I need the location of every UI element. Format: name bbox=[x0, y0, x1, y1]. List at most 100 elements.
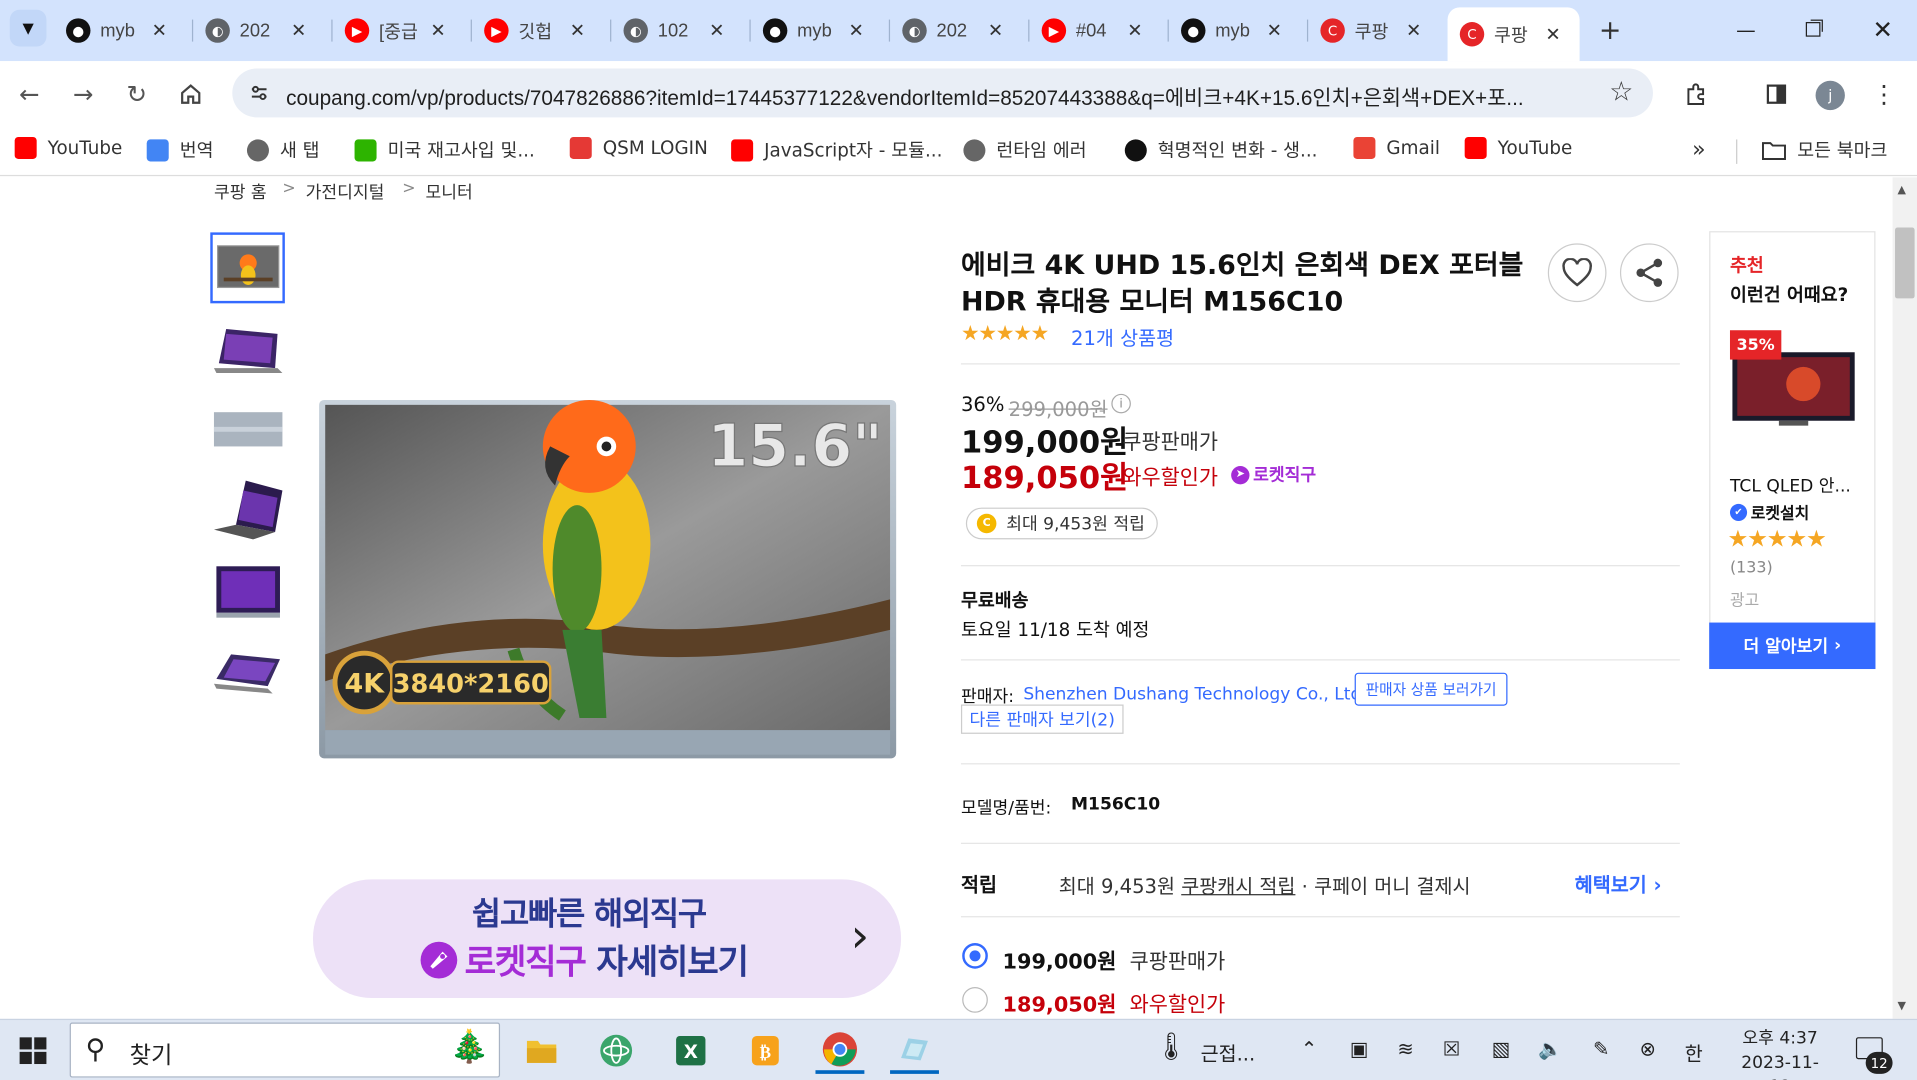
reload-button[interactable]: ↻ bbox=[120, 77, 154, 111]
benefit-link[interactable]: 혜택보기 › bbox=[1575, 868, 1662, 897]
close-tab-icon[interactable]: ✕ bbox=[430, 20, 445, 42]
option-radio-wow-price[interactable] bbox=[962, 987, 988, 1013]
url-text[interactable]: coupang.com/vp/products/7047826886?itemI… bbox=[286, 81, 1589, 112]
product-thumbnail[interactable] bbox=[210, 232, 285, 304]
product-thumbnail[interactable] bbox=[210, 555, 285, 626]
browser-tab[interactable]: ● myb ✕ bbox=[1169, 7, 1301, 53]
page-scrollbar[interactable] bbox=[1892, 177, 1917, 1019]
taskbar-clock[interactable]: 오후 4:37 2023-11-12 bbox=[1734, 1026, 1827, 1080]
bookmark-item[interactable]: YouTube bbox=[1464, 136, 1572, 160]
site-info-icon[interactable] bbox=[245, 78, 274, 107]
product-thumbnail[interactable] bbox=[210, 313, 285, 384]
close-tab-icon[interactable]: ✕ bbox=[1406, 20, 1421, 42]
close-tab-icon[interactable]: ✕ bbox=[152, 20, 167, 42]
snipping-tool-icon[interactable] bbox=[890, 1027, 939, 1074]
seller-name-link[interactable]: Shenzhen Dushang Technology Co., Ltd bbox=[1023, 685, 1361, 705]
close-tab-icon[interactable]: ✕ bbox=[988, 20, 1003, 42]
bookmark-item[interactable]: 미국 재고사입 및... bbox=[354, 137, 535, 163]
all-bookmarks-button[interactable]: 모든 북마크 bbox=[1761, 137, 1887, 163]
browser-tab[interactable]: C 쿠팡 ✕ bbox=[1447, 7, 1580, 62]
browser-tab[interactable]: ▶ [중급 ✕ bbox=[333, 7, 465, 53]
weather-icon[interactable]: 🌡 bbox=[1154, 1032, 1188, 1063]
weather-text[interactable]: 근접... bbox=[1201, 1037, 1256, 1066]
bookmark-item[interactable]: YouTube bbox=[14, 136, 122, 160]
taskbar-search[interactable]: ⚲ 찾기 🎄 bbox=[69, 1022, 501, 1078]
browser-tab[interactable]: ● myb ✕ bbox=[751, 7, 883, 53]
new-tab-button[interactable]: + bbox=[1592, 12, 1629, 49]
pen-icon[interactable]: ✎ bbox=[1593, 1037, 1609, 1060]
profile-avatar[interactable]: j bbox=[1815, 80, 1845, 111]
extensions-icon[interactable] bbox=[1680, 78, 1712, 110]
product-thumbnail[interactable] bbox=[210, 475, 285, 546]
wifi-icon[interactable]: ≋ bbox=[1397, 1037, 1413, 1060]
ime-indicator[interactable]: 한 bbox=[1685, 1037, 1703, 1066]
bookmark-item[interactable]: Gmail bbox=[1353, 136, 1440, 160]
minimize-button[interactable]: — bbox=[1719, 10, 1773, 49]
bookmark-star-icon[interactable]: ☆ bbox=[1609, 77, 1633, 108]
close-tab-icon[interactable]: ✕ bbox=[570, 20, 585, 42]
security-icon[interactable]: ☒ bbox=[1443, 1037, 1461, 1060]
tray-overflow-icon[interactable]: ⌃ bbox=[1301, 1037, 1317, 1060]
product-main-image[interactable]: 15.6" 4K 3840*2160 bbox=[318, 398, 898, 761]
coupang-cash-link[interactable]: 쿠팡캐시 적립 bbox=[1181, 875, 1295, 898]
scrollbar-thumb[interactable] bbox=[1895, 227, 1915, 299]
close-window-button[interactable]: ✕ bbox=[1856, 10, 1910, 49]
browser-tab[interactable]: ▶ 깃헙 ✕ bbox=[472, 7, 604, 53]
ad-product-name[interactable]: TCL QLED 안... bbox=[1730, 473, 1851, 497]
rocket-direct-banner[interactable]: 쉽고빠른 해외직구 로켓직구 자세히보기 › bbox=[312, 879, 902, 999]
side-panel-icon[interactable] bbox=[1761, 78, 1793, 110]
restore-button[interactable] bbox=[1786, 10, 1840, 49]
file-explorer-icon[interactable] bbox=[517, 1027, 566, 1073]
bookmark-item[interactable]: 번역 bbox=[146, 137, 213, 163]
other-sellers-button[interactable]: 다른 판매자 보기(2) bbox=[960, 704, 1124, 734]
bookmark-item[interactable]: 새 탭 bbox=[246, 137, 320, 163]
back-button[interactable]: ← bbox=[12, 77, 46, 111]
breadcrumb-monitor[interactable]: 모니터 bbox=[425, 180, 472, 204]
info-icon[interactable]: i bbox=[1111, 393, 1131, 414]
camera-icon[interactable]: ▣ bbox=[1350, 1037, 1368, 1060]
close-tab-icon[interactable]: ✕ bbox=[1267, 20, 1282, 42]
menu-kebab-icon[interactable]: ⋮ bbox=[1868, 78, 1900, 110]
learn-more-button[interactable]: 더 알아보기 › bbox=[1709, 622, 1876, 670]
volume-icon[interactable]: 🔈 bbox=[1538, 1037, 1562, 1060]
option-radio-coupang-price[interactable] bbox=[962, 943, 988, 969]
close-tab-icon[interactable]: ✕ bbox=[848, 20, 863, 42]
browser-tab[interactable]: ◐ 202 ✕ bbox=[193, 7, 325, 53]
share-button[interactable] bbox=[1619, 243, 1679, 303]
scroll-up-icon[interactable]: ▲ bbox=[1897, 185, 1905, 197]
tab-search-button[interactable]: ▼ bbox=[9, 9, 47, 47]
bookmark-item[interactable]: 런타임 에러 bbox=[963, 137, 1087, 163]
atom-app-icon[interactable] bbox=[592, 1027, 641, 1073]
seller-products-button[interactable]: 판매자 상품 보러가기 bbox=[1354, 672, 1508, 706]
wishlist-button[interactable] bbox=[1547, 243, 1607, 303]
bookmark-item[interactable]: QSM LOGIN bbox=[569, 136, 708, 160]
excel-icon[interactable]: X bbox=[666, 1027, 715, 1073]
product-thumbnail[interactable] bbox=[210, 394, 285, 465]
battery-icon[interactable]: ▧ bbox=[1492, 1037, 1510, 1060]
bookmark-item[interactable]: JavaScript자 - 모듈... bbox=[731, 137, 942, 163]
tab-title: 102 bbox=[657, 20, 689, 41]
browser-tab[interactable]: ◐ 202 ✕ bbox=[890, 7, 1022, 53]
windows-start-icon[interactable] bbox=[19, 1037, 47, 1065]
bookmark-item[interactable]: 혁명적인 변화 - 생... bbox=[1124, 137, 1318, 163]
close-tab-icon[interactable]: ✕ bbox=[1127, 20, 1142, 42]
more-bookmarks-button[interactable]: » bbox=[1692, 137, 1705, 163]
close-tab-icon[interactable]: ✕ bbox=[291, 20, 306, 42]
address-bar[interactable]: coupang.com/vp/products/7047826886?itemI… bbox=[232, 68, 1653, 118]
forward-button[interactable]: → bbox=[66, 77, 100, 111]
browser-tab[interactable]: ● myb ✕ bbox=[54, 7, 186, 53]
home-button[interactable] bbox=[174, 77, 208, 111]
close-circle-icon[interactable]: ⊗ bbox=[1640, 1037, 1656, 1060]
product-thumbnail[interactable] bbox=[210, 636, 285, 707]
browser-tab[interactable]: C 쿠팡 ✕ bbox=[1308, 7, 1440, 53]
close-tab-icon[interactable]: ✕ bbox=[709, 20, 724, 42]
review-count-link[interactable]: 21개 상품평 bbox=[1071, 322, 1174, 351]
breadcrumb-electronics[interactable]: 가전디지털 bbox=[306, 180, 385, 204]
chrome-icon[interactable] bbox=[815, 1027, 865, 1074]
breadcrumb-home[interactable]: 쿠팡 홈 bbox=[214, 180, 267, 204]
browser-tab[interactable]: ◐ 102 ✕ bbox=[611, 7, 743, 53]
bitcoin-app-icon[interactable]: ₿ bbox=[741, 1027, 790, 1073]
browser-tab[interactable]: ▶ #04 ✕ bbox=[1029, 7, 1161, 53]
scroll-down-icon[interactable]: ▼ bbox=[1897, 1000, 1905, 1012]
close-tab-icon[interactable]: ✕ bbox=[1545, 23, 1560, 45]
